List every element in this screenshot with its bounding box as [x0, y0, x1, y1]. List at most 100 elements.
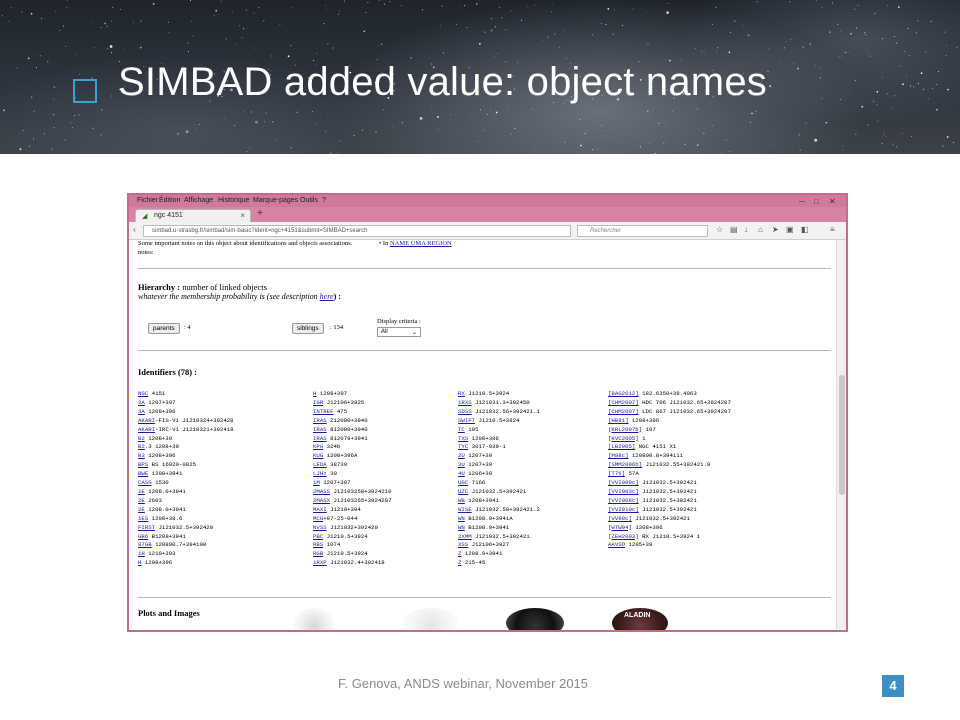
- catalog-link[interactable]: LEDA: [313, 461, 327, 468]
- catalog-link[interactable]: MAXI: [313, 506, 327, 513]
- home-icon[interactable]: ⌂: [758, 225, 763, 234]
- catalog-link[interactable]: [VV2000c]: [608, 479, 639, 486]
- catalog-link[interactable]: [KVC2005]: [608, 435, 639, 442]
- catalog-link[interactable]: 1M: [313, 479, 320, 486]
- catalog-link[interactable]: BWE: [138, 470, 148, 477]
- catalog-link[interactable]: 2MASS: [313, 488, 330, 495]
- url-bar[interactable]: simbad.u-strasbg.fr/simbad/sim-basic?ide…: [143, 225, 571, 237]
- maximize-icon[interactable]: □: [814, 197, 819, 206]
- catalog-link[interactable]: [VV98c]: [608, 515, 632, 522]
- catalog-link[interactable]: AKARI: [138, 426, 155, 433]
- catalog-link[interactable]: [M98c]: [608, 452, 628, 459]
- catalog-link[interactable]: XSS: [458, 541, 468, 548]
- image-thumbnail[interactable]: [506, 608, 564, 630]
- catalog-link[interactable]: WN: [458, 515, 465, 522]
- catalog-link[interactable]: [KRL2007b]: [608, 426, 642, 433]
- menu-item-historique[interactable]: Historique: [218, 197, 250, 204]
- page-scrollbar[interactable]: [836, 240, 846, 630]
- catalog-link[interactable]: 87GB: [138, 541, 152, 548]
- catalog-link[interactable]: FIRST: [138, 524, 155, 531]
- catalog-link[interactable]: [VV2006c]: [608, 497, 639, 504]
- catalog-link[interactable]: KPG: [313, 443, 323, 450]
- catalog-link[interactable]: [BAG2012]: [608, 390, 639, 397]
- catalog-link[interactable]: TXS: [458, 435, 468, 442]
- catalog-link[interactable]: MCG: [313, 515, 323, 522]
- catalog-link[interactable]: B3: [138, 452, 145, 459]
- catalog-link[interactable]: B2: [138, 443, 145, 450]
- catalog-link[interactable]: B2: [138, 435, 145, 442]
- catalog-link[interactable]: TYC: [458, 443, 468, 450]
- addon-icon[interactable]: ◧: [801, 225, 809, 234]
- catalog-link[interactable]: AAVSO: [608, 541, 625, 548]
- catalog-link[interactable]: 2MASX: [313, 497, 330, 504]
- menu-item-edition[interactable]: Édition: [159, 197, 180, 204]
- catalog-link[interactable]: 2E: [138, 506, 145, 513]
- catalog-link[interactable]: SWIFT: [458, 417, 475, 424]
- catalog-link[interactable]: 1RXS: [458, 399, 472, 406]
- back-icon[interactable]: ‹: [133, 225, 136, 234]
- menu-item-outils[interactable]: Outils: [300, 197, 318, 204]
- catalog-link[interactable]: 1E: [138, 488, 145, 495]
- catalog-link[interactable]: IRAS: [313, 435, 327, 442]
- catalog-link[interactable]: PBC: [313, 533, 323, 540]
- catalog-link[interactable]: IRAS: [313, 426, 327, 433]
- tab-ngc-4151[interactable]: ◢ ngc 4151 ×: [135, 209, 251, 222]
- catalog-link[interactable]: IRAS: [313, 417, 327, 424]
- catalog-link[interactable]: LJHY: [313, 470, 327, 477]
- catalog-link[interactable]: KUG: [313, 452, 323, 459]
- aladin-thumbnail[interactable]: ALADIN: [612, 608, 668, 630]
- catalog-link[interactable]: 2U: [458, 452, 465, 459]
- minimize-icon[interactable]: ─: [799, 197, 805, 206]
- catalog-link[interactable]: [CHM2007]: [608, 408, 639, 415]
- menu-item-fichier[interactable]: Fichier: [137, 197, 158, 204]
- catalog-link[interactable]: WN: [458, 524, 465, 531]
- new-tab-icon[interactable]: +: [257, 208, 263, 219]
- menu-item-marque-pages[interactable]: Marque-pages: [253, 197, 298, 204]
- catalog-link[interactable]: [SMM2006b]: [608, 461, 642, 468]
- download-icon[interactable]: ↓: [744, 225, 748, 234]
- catalog-link[interactable]: UZC: [458, 488, 468, 495]
- parents-button[interactable]: parents: [148, 323, 180, 334]
- catalog-link[interactable]: [HB91]: [608, 417, 628, 424]
- catalog-link[interactable]: 1H: [138, 550, 145, 557]
- catalog-link[interactable]: IGR: [313, 399, 323, 406]
- catalog-link[interactable]: 2E: [138, 497, 145, 504]
- catalog-link[interactable]: SDSS: [458, 408, 472, 415]
- catalog-link[interactable]: [T76]: [608, 470, 625, 477]
- pocket-icon[interactable]: ▣: [786, 225, 794, 234]
- catalog-link[interactable]: TC: [458, 426, 465, 433]
- catalog-link[interactable]: UGC: [458, 479, 468, 486]
- menu-item-help[interactable]: ?: [322, 197, 326, 204]
- catalog-link[interactable]: 4U: [458, 470, 465, 477]
- catalog-link[interactable]: NGC: [138, 390, 148, 397]
- here-link[interactable]: here: [320, 292, 334, 301]
- catalog-link[interactable]: 3U: [458, 461, 465, 468]
- catalog-link[interactable]: 1RXP: [313, 559, 327, 566]
- catalog-link[interactable]: BPS: [138, 461, 148, 468]
- catalog-link[interactable]: [CHM2007]: [608, 399, 639, 406]
- catalog-link[interactable]: RGB: [313, 550, 323, 557]
- plot-thumbnail[interactable]: [403, 608, 459, 630]
- catalog-link[interactable]: 1ES: [138, 515, 148, 522]
- display-criteria-select[interactable]: All ⌄: [377, 327, 421, 337]
- catalog-link[interactable]: INTREF: [313, 408, 333, 415]
- catalog-link[interactable]: [WTW94]: [608, 524, 632, 531]
- catalog-link[interactable]: [VV2010c]: [608, 506, 639, 513]
- catalog-link[interactable]: 2A: [138, 399, 145, 406]
- close-window-icon[interactable]: ✕: [829, 197, 836, 206]
- reading-list-icon[interactable]: ▤: [730, 225, 738, 234]
- catalog-link[interactable]: NVSS: [313, 524, 327, 531]
- scrollbar-thumb[interactable]: [839, 375, 845, 495]
- catalog-link[interactable]: RX: [458, 390, 465, 397]
- plot-thumbnail[interactable]: [294, 608, 334, 630]
- siblings-button[interactable]: siblings: [292, 323, 324, 334]
- catalog-link[interactable]: [ZEH2003]: [608, 533, 639, 540]
- catalog-link[interactable]: WB: [458, 497, 465, 504]
- catalog-link[interactable]: GB6: [138, 533, 148, 540]
- share-icon[interactable]: ➤: [772, 225, 779, 234]
- catalog-link[interactable]: AKARI: [138, 417, 155, 424]
- search-input[interactable]: Rechercher: [577, 225, 708, 237]
- catalog-link[interactable]: 3A: [138, 408, 145, 415]
- menu-item-affichage[interactable]: Affichage: [184, 197, 213, 204]
- catalog-link[interactable]: [VV2003c]: [608, 488, 639, 495]
